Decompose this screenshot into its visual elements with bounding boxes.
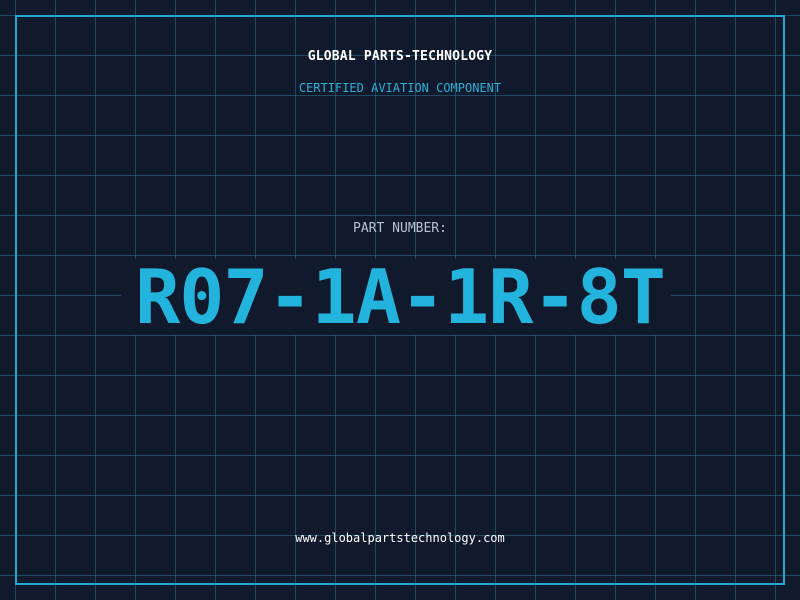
company-name: GLOBAL PARTS-TECHNOLOGY <box>307 49 493 64</box>
part-number-value: R07-1A-1R-8T <box>135 253 666 341</box>
website-url: www.globalpartstechnology.com <box>295 531 505 545</box>
part-number-label: PART NUMBER: <box>353 221 447 236</box>
certificate-card: GLOBAL PARTS-TECHNOLOGY CERTIFIED AVIATI… <box>0 0 800 600</box>
certification-subtitle: CERTIFIED AVIATION COMPONENT <box>298 81 502 95</box>
